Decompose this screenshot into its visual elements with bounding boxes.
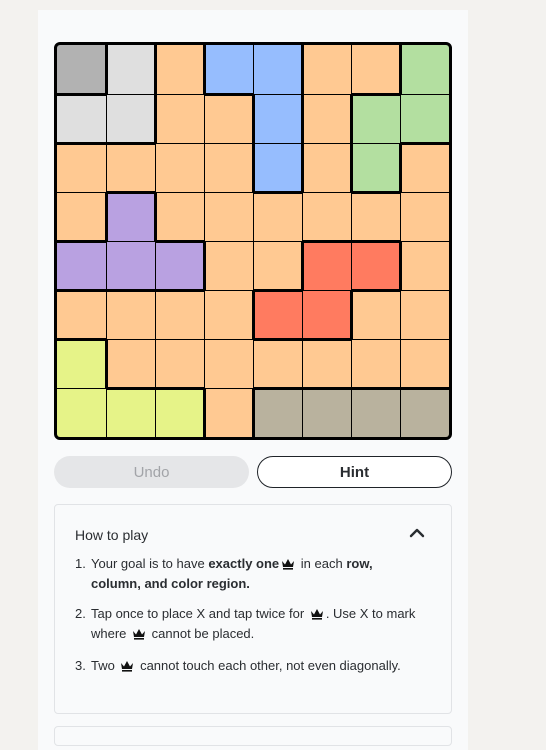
- board-cell[interactable]: [303, 94, 350, 143]
- board-cell[interactable]: [253, 45, 301, 94]
- board-cell[interactable]: [155, 339, 204, 387]
- chevron-up-icon[interactable]: [409, 527, 425, 539]
- board-cell[interactable]: [351, 45, 399, 93]
- board-cell[interactable]: [205, 45, 253, 93]
- board-cell[interactable]: [155, 242, 203, 289]
- board-cell[interactable]: [156, 45, 203, 94]
- board-cell[interactable]: [351, 193, 400, 240]
- board-cell[interactable]: [254, 291, 302, 338]
- board-cell[interactable]: [106, 241, 155, 289]
- instruction-text: in each: [297, 556, 347, 571]
- board-cell[interactable]: [400, 339, 449, 387]
- instruction-text: Tap once to place X and tap twice for: [91, 606, 308, 621]
- board-cell[interactable]: [106, 94, 154, 142]
- board-cell[interactable]: [205, 388, 252, 437]
- step-number: 1.: [75, 556, 86, 571]
- crown-icon: [120, 659, 134, 677]
- board-cell[interactable]: [401, 144, 449, 192]
- board-cell[interactable]: [302, 340, 351, 387]
- board-cell[interactable]: [204, 95, 252, 143]
- board-cell[interactable]: [57, 242, 106, 289]
- board-cell[interactable]: [254, 143, 301, 191]
- board-cell[interactable]: [156, 94, 204, 143]
- how-to-play-title[interactable]: How to play: [75, 527, 148, 543]
- board-cell[interactable]: [303, 242, 351, 290]
- board-cell[interactable]: [57, 388, 106, 437]
- board-cell[interactable]: [253, 193, 302, 241]
- board-cell[interactable]: [57, 340, 105, 388]
- board-cell[interactable]: [57, 192, 105, 240]
- instruction-text: Two: [91, 658, 119, 673]
- board-cell[interactable]: [400, 192, 449, 241]
- board-cell[interactable]: [303, 45, 351, 94]
- board-cell[interactable]: [204, 290, 252, 339]
- board-cell[interactable]: [106, 291, 155, 339]
- board-cell[interactable]: [57, 95, 106, 142]
- crown-icon: [281, 557, 295, 575]
- board-cell[interactable]: [107, 45, 154, 94]
- board-cell[interactable]: [400, 94, 449, 142]
- board-cell[interactable]: [302, 192, 351, 240]
- board-cell[interactable]: [401, 241, 449, 290]
- board-cell[interactable]: [351, 339, 400, 387]
- undo-button[interactable]: Undo: [54, 456, 249, 488]
- board-cell[interactable]: [303, 143, 350, 192]
- step-number: 3.: [75, 658, 86, 673]
- board-cell[interactable]: [57, 45, 105, 93]
- queens-board: [54, 42, 452, 440]
- instruction-step: 1. Your goal is to have exactly one in ea…: [75, 555, 420, 593]
- instruction-text: Your goal is to have: [91, 556, 209, 571]
- step-number: 2.: [75, 606, 86, 621]
- board-cell[interactable]: [302, 389, 351, 437]
- board-cell[interactable]: [155, 143, 204, 192]
- next-card: [54, 726, 452, 746]
- board-cell[interactable]: [400, 290, 449, 339]
- board-cell[interactable]: [107, 339, 155, 387]
- board-cell[interactable]: [204, 339, 253, 388]
- board-cell[interactable]: [352, 143, 399, 191]
- instruction-text: cannot be placed.: [148, 626, 255, 641]
- board-cell[interactable]: [401, 45, 449, 94]
- instruction-step: 2. Tap once to place X and tap twice for …: [75, 605, 420, 645]
- instruction-text: cannot touch each other, not even diagon…: [136, 658, 401, 673]
- board-cell[interactable]: [155, 389, 203, 437]
- board-cell[interactable]: [106, 144, 155, 191]
- board-cell[interactable]: [155, 291, 204, 339]
- board-cell[interactable]: [351, 242, 399, 289]
- board-cell[interactable]: [302, 290, 350, 338]
- board-cell[interactable]: [57, 291, 106, 338]
- board-cell[interactable]: [254, 94, 301, 143]
- board-cell[interactable]: [352, 291, 400, 339]
- board-cell[interactable]: [205, 241, 253, 290]
- board-cell[interactable]: [351, 389, 400, 437]
- hint-button[interactable]: Hint: [257, 456, 452, 488]
- board-cell[interactable]: [352, 95, 400, 143]
- board-cell[interactable]: [253, 241, 301, 289]
- board-cell[interactable]: [107, 193, 154, 241]
- board-cell[interactable]: [204, 143, 252, 192]
- board-cell[interactable]: [156, 192, 204, 240]
- crown-icon: [132, 627, 146, 645]
- board-cell[interactable]: [57, 144, 106, 192]
- instruction-text: exactly one: [208, 556, 280, 571]
- instructions-list: 1. Your goal is to have exactly one in ea…: [75, 555, 420, 689]
- how-to-play-panel: How to play 1. Your goal is to have exact…: [54, 504, 452, 714]
- board-cell[interactable]: [254, 389, 302, 437]
- instruction-step: 3. Two cannot touch each other, not even …: [75, 657, 420, 677]
- board-cell[interactable]: [204, 192, 253, 241]
- board-cell[interactable]: [253, 340, 302, 387]
- board-cell[interactable]: [400, 389, 449, 437]
- crown-icon: [310, 607, 324, 625]
- board-cell[interactable]: [106, 389, 155, 437]
